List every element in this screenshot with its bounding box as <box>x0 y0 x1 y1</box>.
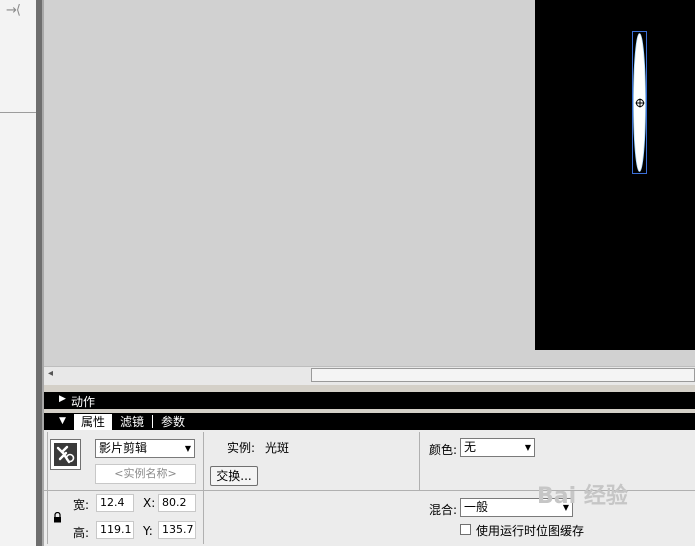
height-field[interactable]: 119.1 <box>96 521 134 539</box>
bitmap-cache-label: 使用运行时位图缓存 <box>476 524 585 538</box>
swap-button[interactable]: 交换... <box>210 466 258 486</box>
panel-gap <box>44 385 695 392</box>
tab-separator <box>152 415 153 428</box>
movie-clip-icon <box>50 439 81 470</box>
watermark: Bai 经验 <box>537 484 628 509</box>
collapse-arrow-icon[interactable]: →⟨ <box>6 3 21 18</box>
blend-label: 混合: <box>429 503 458 517</box>
symbol-type-value: 影片剪辑 <box>99 441 148 455</box>
column-divider <box>203 432 204 544</box>
tools-strip: →⟨ <box>0 0 36 546</box>
scrollbar-thumb[interactable] <box>311 368 695 382</box>
collapse-arrow-down-icon[interactable]: ▼ <box>59 416 66 426</box>
actions-panel-header[interactable]: ▶ 动作 <box>44 392 695 409</box>
instance-value: 光斑 <box>265 441 290 455</box>
y-field[interactable]: 135.7 <box>158 521 196 539</box>
instance-label: 实例: <box>227 441 256 455</box>
dropdown-arrow-icon: ▼ <box>524 443 531 452</box>
left-edge <box>47 432 48 544</box>
color-value: 无 <box>464 440 477 454</box>
tab-filters[interactable]: 滤镜 <box>120 414 144 430</box>
tab-properties[interactable]: 属性 <box>74 414 112 430</box>
instance-name-input[interactable]: <实例名称> <box>95 464 196 484</box>
x-label: X: <box>143 496 156 510</box>
y-label: Y: <box>143 524 153 538</box>
symbol-type-select[interactable]: 影片剪辑 ▼ <box>95 439 195 458</box>
actions-panel-title: 动作 <box>71 395 96 409</box>
color-select[interactable]: 无 ▼ <box>460 438 535 457</box>
column-divider <box>419 432 420 490</box>
blend-value: 一般 <box>464 500 489 514</box>
registration-point-icon <box>635 98 645 108</box>
width-label: 宽: <box>73 498 90 512</box>
width-field[interactable]: 12.4 <box>96 494 134 512</box>
gear-icon <box>56 445 75 464</box>
expand-arrow-icon[interactable]: ▶ <box>59 394 66 404</box>
scroll-left-icon[interactable]: ◂ <box>48 368 53 379</box>
stage-canvas[interactable] <box>535 0 695 350</box>
lock-icon[interactable] <box>53 512 62 523</box>
strip-separator <box>0 112 36 113</box>
color-label: 颜色: <box>429 443 458 457</box>
height-label: 高: <box>73 526 90 540</box>
tab-parameters[interactable]: 参数 <box>161 414 185 430</box>
dropdown-arrow-icon: ▼ <box>184 444 191 453</box>
x-field[interactable]: 80.2 <box>158 494 196 512</box>
bitmap-cache-checkbox[interactable] <box>460 524 471 535</box>
